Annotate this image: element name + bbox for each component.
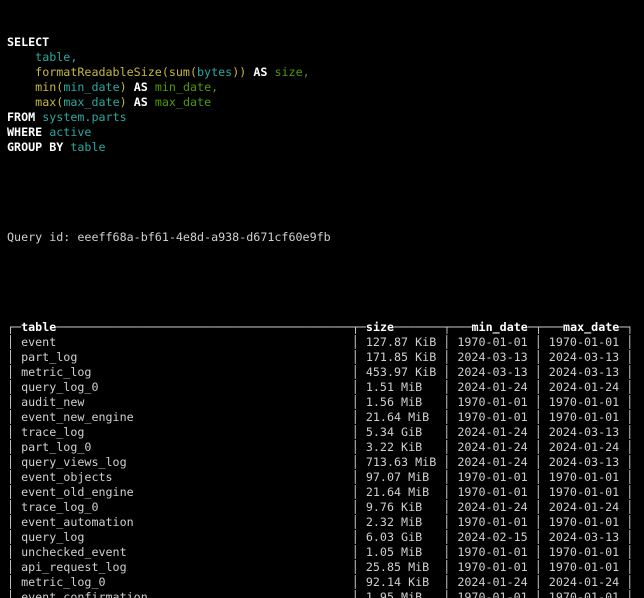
blank-line <box>7 185 644 200</box>
sql-token: ) <box>120 95 127 109</box>
query-id-label: Query id: <box>7 230 77 244</box>
table-row: │ trace_log_0 │ 9.76 KiB │ 2024-01-24 │ … <box>7 500 644 515</box>
table-row: │ event_confirmation │ 1.95 MiB │ 1970-0… <box>7 590 644 598</box>
result-table: ┌─table─────────────────────────────────… <box>7 320 644 598</box>
table-row: │ event_old_engine │ 21.64 MiB │ 1970-01… <box>7 485 644 500</box>
terminal: SELECT table, formatReadableSize(sum(byt… <box>0 0 644 598</box>
table-header-row: ┌─table─────────────────────────────────… <box>7 320 644 335</box>
table-row: │ event_objects │ 97.07 MiB │ 1970-01-01… <box>7 470 644 485</box>
sql-token: min_date, <box>155 80 218 94</box>
sql-token: table <box>70 140 105 154</box>
table-row: │ query_views_log │ 713.63 MiB │ 2024-01… <box>7 455 644 470</box>
sql-line: max(max_date) AS max_date <box>7 95 644 110</box>
table-row: │ trace_log │ 5.34 GiB │ 2024-01-24 │ 20… <box>7 425 644 440</box>
sql-token: ) <box>120 80 127 94</box>
sql-query: SELECT table, formatReadableSize(sum(byt… <box>7 35 644 155</box>
sql-token: size, <box>274 65 309 79</box>
column-header: table <box>21 320 56 334</box>
sql-token <box>148 80 155 94</box>
sql-token <box>7 95 35 109</box>
sql-line: WHERE active <box>7 125 644 140</box>
sql-line: table, <box>7 50 644 65</box>
table-row: │ part_log_0 │ 3.22 KiB │ 2024-01-24 │ 2… <box>7 440 644 455</box>
sql-token: FROM <box>7 110 35 124</box>
sql-token: sum( <box>169 65 197 79</box>
column-header: max_date <box>563 320 619 334</box>
sql-line: FROM system.parts <box>7 110 644 125</box>
sql-token <box>7 50 35 64</box>
table-row: │ query_log │ 6.03 GiB │ 2024-02-15 │ 20… <box>7 530 644 545</box>
sql-token: system.parts <box>42 110 126 124</box>
table-row: │ audit_new │ 1.56 MiB │ 1970-01-01 │ 19… <box>7 395 644 410</box>
blank-line <box>7 275 644 290</box>
table-row: │ api_request_log │ 25.85 MiB │ 1970-01-… <box>7 560 644 575</box>
sql-line: min(min_date) AS min_date, <box>7 80 644 95</box>
sql-token: WHERE <box>7 125 42 139</box>
sql-token: table, <box>35 50 77 64</box>
query-id-value: eeeff68a-bf61-4e8d-a938-d671cf60e9fb <box>77 230 330 244</box>
sql-line: GROUP BY table <box>7 140 644 155</box>
table-row: │ metric_log │ 453.97 KiB │ 2024-03-13 │… <box>7 365 644 380</box>
table-row: │ event_new_engine │ 21.64 MiB │ 1970-01… <box>7 410 644 425</box>
sql-token <box>127 95 134 109</box>
sql-token: min_date <box>63 80 119 94</box>
sql-token: formatReadableSize( <box>35 65 169 79</box>
sql-token: AS <box>134 95 148 109</box>
table-row: │ metric_log_0 │ 92.14 KiB │ 2024-01-24 … <box>7 575 644 590</box>
sql-token <box>127 80 134 94</box>
sql-token: AS <box>253 65 267 79</box>
sql-token: active <box>49 125 91 139</box>
column-header: min_date <box>472 320 528 334</box>
table-row: │ part_log │ 171.85 KiB │ 2024-03-13 │ 2… <box>7 350 644 365</box>
sql-line: formatReadableSize(sum(bytes)) AS size, <box>7 65 644 80</box>
table-row: │ event │ 127.87 KiB │ 1970-01-01 │ 1970… <box>7 335 644 350</box>
sql-token: max_date <box>63 95 119 109</box>
sql-line: SELECT <box>7 35 644 50</box>
sql-token: bytes <box>197 65 232 79</box>
column-header: size <box>366 320 394 334</box>
sql-token: min( <box>35 80 63 94</box>
sql-token: max( <box>35 95 63 109</box>
sql-token <box>7 80 35 94</box>
sql-token: )) <box>232 65 246 79</box>
sql-token <box>7 65 35 79</box>
query-id-line: Query id: eeeff68a-bf61-4e8d-a938-d671cf… <box>7 230 644 245</box>
table-row: │ unchecked_event │ 1.05 MiB │ 1970-01-0… <box>7 545 644 560</box>
sql-token: GROUP BY <box>7 140 63 154</box>
sql-token: max_date <box>155 95 211 109</box>
table-row: │ event_automation │ 2.32 MiB │ 1970-01-… <box>7 515 644 530</box>
sql-token: AS <box>134 80 148 94</box>
sql-token <box>148 95 155 109</box>
sql-token: SELECT <box>7 35 49 49</box>
table-row: │ query_log_0 │ 1.51 MiB │ 2024-01-24 │ … <box>7 380 644 395</box>
